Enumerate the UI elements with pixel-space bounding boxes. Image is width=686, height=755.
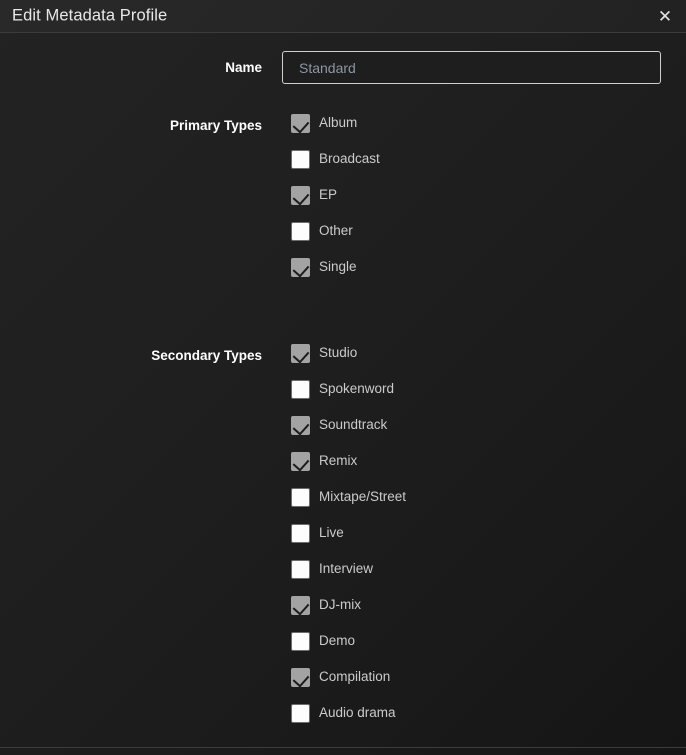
checkbox-label: Audio drama bbox=[319, 705, 396, 720]
page-title: Edit Metadata Profile bbox=[12, 6, 168, 25]
secondary-types-checkbox-list: Studio Spokenword Soundtrack Remix Mixtape/S… bbox=[291, 343, 406, 739]
checkbox-row[interactable]: Audio drama bbox=[291, 703, 406, 739]
checkbox-checked-icon[interactable] bbox=[291, 668, 310, 687]
checkbox-row[interactable]: Mixtape/Street bbox=[291, 487, 406, 523]
secondary-types-label-cell: Secondary Types bbox=[0, 343, 262, 739]
checkbox-row[interactable]: Interview bbox=[291, 559, 406, 595]
checkbox-label: Studio bbox=[319, 345, 358, 360]
dialog-header: Edit Metadata Profile ✕ bbox=[0, 0, 686, 33]
checkbox-label: Spokenword bbox=[319, 381, 395, 396]
checkbox-row[interactable]: Live bbox=[291, 523, 406, 559]
checkbox-row[interactable]: Remix bbox=[291, 451, 406, 487]
checkbox-label: DJ-mix bbox=[319, 597, 361, 612]
checkbox-row[interactable]: Compilation bbox=[291, 667, 406, 703]
checkbox-unchecked-icon[interactable] bbox=[291, 488, 310, 507]
checkbox-label: Broadcast bbox=[319, 151, 380, 166]
secondary-types-row: Secondary Types Studio Spokenword Soundtra… bbox=[0, 343, 686, 739]
primary-types-checkbox-list: Album Broadcast EP Other Single bbox=[291, 113, 380, 293]
checkbox-row[interactable]: Studio bbox=[291, 343, 406, 379]
checkbox-label: Interview bbox=[319, 561, 374, 576]
checkbox-unchecked-icon[interactable] bbox=[291, 704, 310, 723]
checkbox-checked-icon[interactable] bbox=[291, 416, 310, 435]
checkbox-checked-icon[interactable] bbox=[291, 186, 310, 205]
checkbox-label: Mixtape/Street bbox=[319, 489, 407, 504]
checkbox-unchecked-icon[interactable] bbox=[291, 222, 310, 241]
checkbox-row[interactable]: DJ-mix bbox=[291, 595, 406, 631]
checkbox-row[interactable]: EP bbox=[291, 185, 380, 221]
checkbox-unchecked-icon[interactable] bbox=[291, 632, 310, 651]
primary-types-label-cell: Primary Types bbox=[0, 113, 262, 293]
checkbox-checked-icon[interactable] bbox=[291, 344, 310, 363]
edit-metadata-profile-dialog: Edit Metadata Profile ✕ Name Primary Typ… bbox=[0, 0, 686, 755]
name-row: Name bbox=[0, 51, 686, 84]
checkbox-checked-icon[interactable] bbox=[291, 596, 310, 615]
name-label: Name bbox=[225, 60, 262, 75]
checkbox-label: Album bbox=[319, 115, 358, 130]
checkbox-label: Single bbox=[319, 259, 357, 274]
checkbox-label: Other bbox=[319, 223, 353, 238]
checkbox-label: Live bbox=[319, 525, 344, 540]
checkbox-label: Demo bbox=[319, 633, 356, 648]
dialog-body: Name Primary Types Album Broadcast EP Other… bbox=[0, 33, 686, 746]
primary-types-row: Primary Types Album Broadcast EP Other Singl… bbox=[0, 113, 686, 293]
checkbox-unchecked-icon[interactable] bbox=[291, 524, 310, 543]
checkbox-label: Soundtrack bbox=[319, 417, 388, 432]
checkbox-row[interactable]: Spokenword bbox=[291, 379, 406, 415]
checkbox-label: EP bbox=[319, 187, 338, 202]
checkbox-checked-icon[interactable] bbox=[291, 452, 310, 471]
checkbox-row[interactable]: Demo bbox=[291, 631, 406, 667]
checkbox-checked-icon[interactable] bbox=[291, 258, 310, 277]
checkbox-row[interactable]: Broadcast bbox=[291, 149, 380, 185]
dialog-footer bbox=[0, 747, 686, 755]
checkbox-checked-icon[interactable] bbox=[291, 114, 310, 133]
checkbox-unchecked-icon[interactable] bbox=[291, 380, 310, 399]
checkbox-label: Compilation bbox=[319, 669, 391, 684]
checkbox-unchecked-icon[interactable] bbox=[291, 150, 310, 169]
checkbox-row[interactable]: Album bbox=[291, 113, 380, 149]
secondary-types-label: Secondary Types bbox=[151, 348, 262, 363]
name-input-wrap bbox=[282, 51, 661, 84]
close-icon[interactable]: ✕ bbox=[650, 2, 680, 30]
checkbox-unchecked-icon[interactable] bbox=[291, 560, 310, 579]
checkbox-row[interactable]: Other bbox=[291, 221, 380, 257]
checkbox-row[interactable]: Single bbox=[291, 257, 380, 293]
checkbox-label: Remix bbox=[319, 453, 358, 468]
primary-types-label: Primary Types bbox=[169, 118, 262, 133]
name-input[interactable] bbox=[282, 51, 661, 84]
checkbox-row[interactable]: Soundtrack bbox=[291, 415, 406, 451]
